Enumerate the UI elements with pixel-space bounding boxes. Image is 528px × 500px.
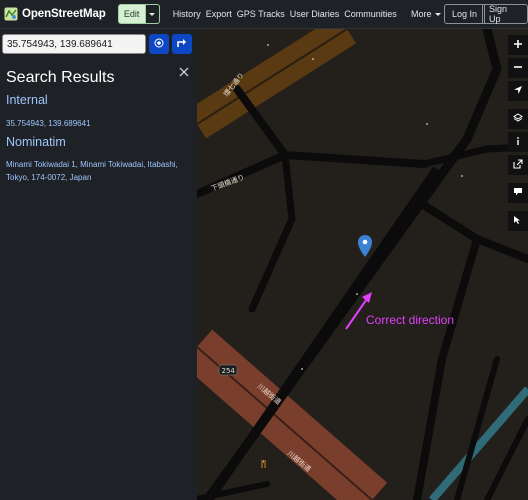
add-note-button[interactable] bbox=[508, 183, 528, 203]
search-results-title: Search Results bbox=[6, 69, 115, 86]
directions-icon bbox=[176, 35, 188, 53]
search-form bbox=[2, 34, 192, 54]
signup-button[interactable]: Sign Up bbox=[482, 4, 528, 24]
home-link[interactable]: OpenStreetMap bbox=[4, 7, 106, 21]
share-icon bbox=[513, 156, 523, 174]
zoom-out-icon bbox=[513, 59, 523, 77]
directions-button[interactable] bbox=[172, 34, 192, 54]
search-input[interactable] bbox=[2, 34, 146, 54]
login-button[interactable]: Log In bbox=[444, 4, 486, 24]
info-button[interactable] bbox=[508, 132, 528, 152]
internal-heading: Internal bbox=[6, 93, 48, 107]
app-window: OpenStreetMap Edit History Export GPS Tr… bbox=[0, 0, 528, 500]
osm-logo-icon bbox=[4, 7, 18, 21]
nav-history[interactable]: History bbox=[173, 9, 201, 19]
nav-gps-tracks[interactable]: GPS Tracks bbox=[237, 9, 285, 19]
nav-user-diaries[interactable]: User Diaries bbox=[290, 9, 340, 19]
nominatim-result-link[interactable]: Minami Tokiwadai 1, Minami Tokiwadai, It… bbox=[6, 159, 198, 184]
brand-name: OpenStreetMap bbox=[22, 8, 106, 20]
where-is-this-button[interactable] bbox=[149, 34, 169, 54]
map-canvas[interactable]: 環七通り 下頭橋通り 川越街道 川越街道 254 bbox=[197, 29, 528, 500]
locate-button[interactable] bbox=[508, 81, 528, 101]
caret-down-icon bbox=[434, 12, 441, 16]
annotation-text: Correct direction bbox=[366, 313, 455, 327]
zoom-out-button[interactable] bbox=[508, 58, 528, 78]
internal-result-link[interactable]: 35.754943, 139.689641 bbox=[6, 118, 91, 131]
target-icon bbox=[154, 35, 164, 53]
more-label: More bbox=[411, 9, 432, 19]
info-icon bbox=[513, 133, 523, 151]
main-nav: History Export GPS Tracks User Diaries C… bbox=[173, 9, 402, 19]
query-icon bbox=[513, 212, 523, 230]
nominatim-heading: Nominatim bbox=[6, 135, 66, 149]
sidebar: Search Results Internal 35.754943, 139.6… bbox=[0, 29, 197, 500]
route-number: 254 bbox=[222, 367, 236, 375]
more-menu[interactable]: More bbox=[411, 9, 441, 19]
edit-dropdown-toggle[interactable] bbox=[145, 4, 160, 24]
layers-button[interactable] bbox=[508, 109, 528, 129]
nav-communities[interactable]: Communities bbox=[344, 9, 397, 19]
share-button[interactable] bbox=[508, 155, 528, 175]
top-navbar: OpenStreetMap Edit History Export GPS Tr… bbox=[0, 0, 528, 29]
edit-button[interactable]: Edit bbox=[117, 4, 146, 24]
zoom-in-button[interactable] bbox=[508, 35, 528, 55]
zoom-in-icon bbox=[513, 36, 523, 54]
locate-icon bbox=[513, 82, 523, 100]
close-icon[interactable] bbox=[178, 65, 190, 77]
query-features-button[interactable] bbox=[508, 211, 528, 231]
note-icon bbox=[513, 184, 523, 202]
nav-export[interactable]: Export bbox=[206, 9, 232, 19]
caret-down-icon bbox=[149, 12, 156, 16]
edit-button-group: Edit bbox=[117, 4, 160, 24]
layers-icon bbox=[513, 110, 523, 128]
